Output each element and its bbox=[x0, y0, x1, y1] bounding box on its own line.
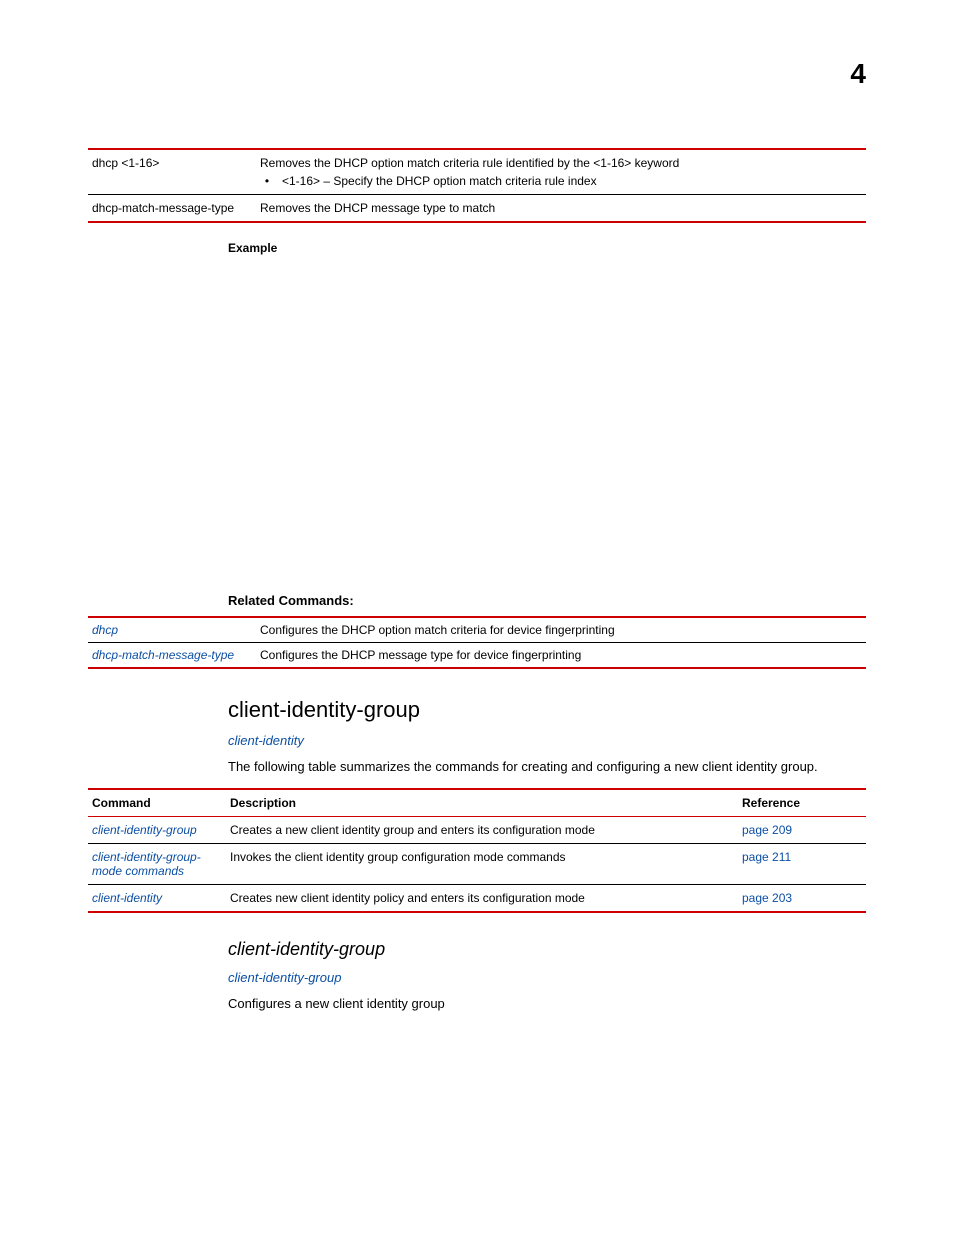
cmd-cell: dhcp-match-message-type bbox=[88, 643, 256, 669]
desc-cell: Invokes the client identity group config… bbox=[226, 843, 738, 884]
bullet-icon: • bbox=[260, 174, 274, 188]
param-cell: dhcp-match-message-type bbox=[88, 195, 256, 223]
desc-cell: Creates new client identity policy and e… bbox=[226, 884, 738, 912]
example-label: Example bbox=[228, 241, 866, 255]
table-row: dhcp <1-16> Removes the DHCP option matc… bbox=[88, 149, 866, 195]
related-commands-table: dhcp Configures the DHCP option match cr… bbox=[88, 616, 866, 669]
table-row: client-identity Creates new client ident… bbox=[88, 884, 866, 912]
link-client-identity-group-mode-commands[interactable]: client-identity-group-mode commands bbox=[92, 850, 201, 878]
desc-cell: Removes the DHCP message type to match bbox=[256, 195, 866, 223]
param-cell: dhcp <1-16> bbox=[88, 149, 256, 195]
subsection-title-client-identity-group: client-identity-group bbox=[228, 939, 866, 960]
bullet-line: • <1-16> – Specify the DHCP option match… bbox=[260, 174, 862, 188]
link-client-identity-group-sub[interactable]: client-identity-group bbox=[228, 970, 866, 985]
related-commands-heading: Related Commands: bbox=[228, 593, 866, 608]
ref-cell: page 203 bbox=[738, 884, 866, 912]
link-page-209[interactable]: page 209 bbox=[742, 823, 792, 837]
desc-text: Removes the DHCP option match criteria r… bbox=[260, 156, 679, 170]
cmd-cell: client-identity-group bbox=[88, 816, 226, 843]
link-dhcp-match-message-type[interactable]: dhcp-match-message-type bbox=[92, 648, 234, 662]
link-dhcp[interactable]: dhcp bbox=[92, 623, 118, 637]
link-client-identity-group[interactable]: client-identity-group bbox=[92, 823, 197, 837]
link-page-203[interactable]: page 203 bbox=[742, 891, 792, 905]
table-end-rule bbox=[88, 222, 866, 223]
desc-cell: Configures the DHCP option match criteri… bbox=[256, 617, 866, 643]
parameter-table: dhcp <1-16> Removes the DHCP option matc… bbox=[88, 148, 866, 223]
cmd-cell: client-identity bbox=[88, 884, 226, 912]
header-reference: Reference bbox=[738, 789, 866, 817]
desc-cell: Configures the DHCP message type for dev… bbox=[256, 643, 866, 669]
table-row: dhcp-match-message-type Configures the D… bbox=[88, 643, 866, 669]
command-summary-table: Command Description Reference client-ide… bbox=[88, 788, 866, 913]
table-row: dhcp Configures the DHCP option match cr… bbox=[88, 617, 866, 643]
table-row: client-identity-group Creates a new clie… bbox=[88, 816, 866, 843]
link-client-identity[interactable]: client-identity bbox=[92, 891, 162, 905]
header-description: Description bbox=[226, 789, 738, 817]
table-row: client-identity-group-mode commands Invo… bbox=[88, 843, 866, 884]
subsection-paragraph: Configures a new client identity group bbox=[228, 995, 866, 1013]
bullet-text: <1-16> – Specify the DHCP option match c… bbox=[274, 174, 597, 188]
table-end-rule bbox=[88, 668, 866, 669]
cmd-cell: dhcp bbox=[88, 617, 256, 643]
link-client-identity[interactable]: client-identity bbox=[228, 733, 866, 748]
example-spacer bbox=[88, 263, 866, 593]
desc-cell: Creates a new client identity group and … bbox=[226, 816, 738, 843]
table-row: dhcp-match-message-type Removes the DHCP… bbox=[88, 195, 866, 223]
table-header-row: Command Description Reference bbox=[88, 789, 866, 817]
page: 4 dhcp <1-16> Removes the DHCP option ma… bbox=[0, 0, 954, 1235]
header-command: Command bbox=[88, 789, 226, 817]
section-paragraph: The following table summarizes the comma… bbox=[228, 758, 866, 776]
chapter-number: 4 bbox=[850, 58, 866, 90]
content: dhcp <1-16> Removes the DHCP option matc… bbox=[88, 148, 866, 1012]
section-title-client-identity-group: client-identity-group bbox=[228, 697, 866, 723]
link-page-211[interactable]: page 211 bbox=[742, 850, 791, 864]
cmd-cell: client-identity-group-mode commands bbox=[88, 843, 226, 884]
ref-cell: page 211 bbox=[738, 843, 866, 884]
ref-cell: page 209 bbox=[738, 816, 866, 843]
table-end-rule bbox=[88, 912, 866, 913]
desc-cell: Removes the DHCP option match criteria r… bbox=[256, 149, 866, 195]
